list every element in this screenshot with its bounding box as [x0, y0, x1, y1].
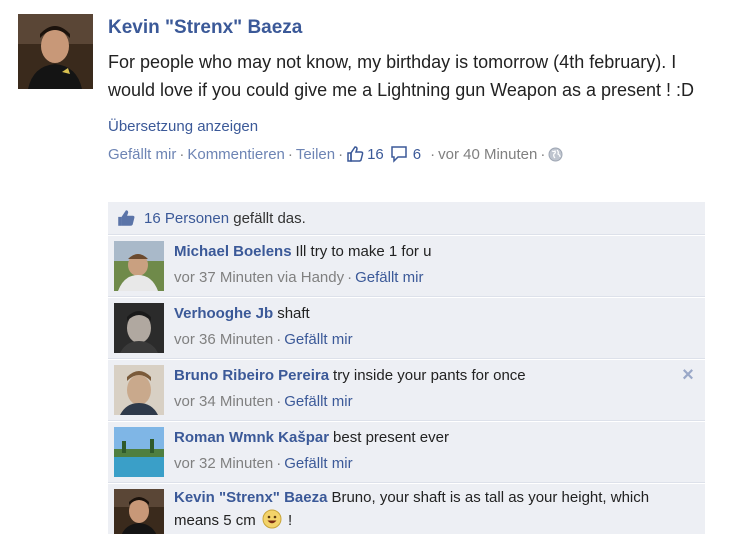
comment-meta: vor 34 Minuten · Gefällt mir: [174, 391, 675, 413]
likes-summary: 16 Personen gefällt das.: [108, 202, 705, 235]
comment-text: shaft: [277, 305, 310, 322]
comment-timestamp[interactable]: vor 37 Minuten via Handy: [174, 269, 344, 286]
comment-meta: vor 32 Minuten · Gefällt mir: [174, 453, 675, 475]
comment-timestamp[interactable]: vor 34 Minuten: [174, 393, 273, 410]
post-author-avatar[interactable]: [18, 14, 93, 89]
comment-like-link[interactable]: Gefällt mir: [284, 455, 352, 472]
comment-author[interactable]: Roman Wmnk Kašpar: [174, 429, 329, 446]
likes-suffix: gefällt das.: [229, 209, 306, 227]
comment-body: Kevin "Strenx" Baeza Bruno, your shaft is…: [174, 487, 675, 532]
post-author-name[interactable]: Kevin "Strenx" Baeza: [108, 14, 718, 42]
commenter-avatar[interactable]: [114, 489, 164, 534]
separator-dot: ·: [430, 145, 436, 163]
share-link[interactable]: Teilen: [296, 146, 335, 163]
separator-dot: ·: [276, 331, 282, 348]
likes-people-link[interactable]: 16 Personen: [144, 210, 229, 227]
comment-author[interactable]: Kevin "Strenx" Baeza: [174, 489, 327, 506]
post-actions: Gefällt mir · Kommentieren · Teilen · 16…: [108, 145, 718, 163]
separator-dot: ·: [338, 145, 344, 163]
comment-text: best present ever: [333, 429, 449, 446]
comment-count-value: 6: [412, 145, 422, 163]
comment-like-link[interactable]: Gefällt mir: [355, 269, 423, 286]
separator-dot: ·: [287, 145, 293, 163]
comment-body: Michael Boelens Ill try to make 1 for u v…: [174, 241, 675, 289]
close-icon[interactable]: ×: [679, 365, 697, 385]
comment-count[interactable]: 6: [390, 145, 421, 163]
commenter-avatar[interactable]: [114, 303, 164, 353]
separator-dot: ·: [540, 145, 546, 163]
comment-meta: vor 37 Minuten via Handy · Gefällt mir: [174, 267, 675, 289]
globe-icon[interactable]: [548, 147, 563, 162]
comment-item: Bruno Ribeiro Pereira try inside your pan…: [108, 359, 705, 421]
comments-section: 16 Personen gefällt das. Michael Boelens…: [108, 202, 705, 534]
comment-timestamp[interactable]: vor 36 Minuten: [174, 331, 273, 348]
post-body: Kevin "Strenx" Baeza For people who may …: [108, 14, 718, 163]
separator-dot: ·: [347, 269, 353, 286]
thumbs-up-icon: [347, 146, 364, 162]
comment-body: Roman Wmnk Kašpar best present ever vor 3…: [174, 427, 675, 475]
comment-text-end: !: [288, 512, 293, 529]
like-count-value: 16: [367, 145, 384, 163]
comment-bubble-icon: [391, 146, 407, 163]
comment-text: try inside your pants for once: [333, 367, 526, 384]
comment-item: Kevin "Strenx" Baeza Bruno, your shaft is…: [108, 483, 705, 534]
post-timestamp[interactable]: vor 40 Minuten: [438, 146, 537, 163]
comment-body: Bruno Ribeiro Pereira try inside your pan…: [174, 365, 675, 413]
thumbs-up-icon: [118, 210, 135, 226]
separator-dot: ·: [179, 145, 185, 163]
translate-link[interactable]: Übersetzung anzeigen: [108, 118, 258, 135]
commenter-avatar[interactable]: [114, 427, 164, 477]
post-text: For people who may not know, my birthday…: [108, 52, 695, 100]
comment-item: Verhooghe Jb shaft vor 36 Minuten · Gefällt…: [108, 297, 705, 359]
comment-like-link[interactable]: Gefällt mir: [284, 331, 352, 348]
comment-text: Ill try to make 1 for u: [295, 243, 432, 260]
commenter-avatar[interactable]: [114, 241, 164, 291]
like-count[interactable]: 16: [346, 145, 384, 163]
separator-dot: ·: [276, 455, 282, 472]
comment-like-link[interactable]: Gefällt mir: [284, 393, 352, 410]
comment-item: Roman Wmnk Kašpar best present ever vor 3…: [108, 421, 705, 483]
comment-item: Michael Boelens Ill try to make 1 for u v…: [108, 235, 705, 297]
comment-author[interactable]: Michael Boelens: [174, 243, 292, 260]
commenter-avatar[interactable]: [114, 365, 164, 415]
separator-dot: ·: [276, 393, 282, 410]
comment-author[interactable]: Verhooghe Jb: [174, 305, 273, 322]
comment-timestamp[interactable]: vor 32 Minuten: [174, 455, 273, 472]
comment-body: Verhooghe Jb shaft vor 36 Minuten · Gefällt…: [174, 303, 675, 351]
smiley-emoticon-icon: [262, 509, 282, 529]
comment-author[interactable]: Bruno Ribeiro Pereira: [174, 367, 329, 384]
comment-link[interactable]: Kommentieren: [187, 146, 285, 163]
comment-meta: vor 36 Minuten · Gefällt mir: [174, 329, 675, 351]
like-link[interactable]: Gefällt mir: [108, 146, 176, 163]
